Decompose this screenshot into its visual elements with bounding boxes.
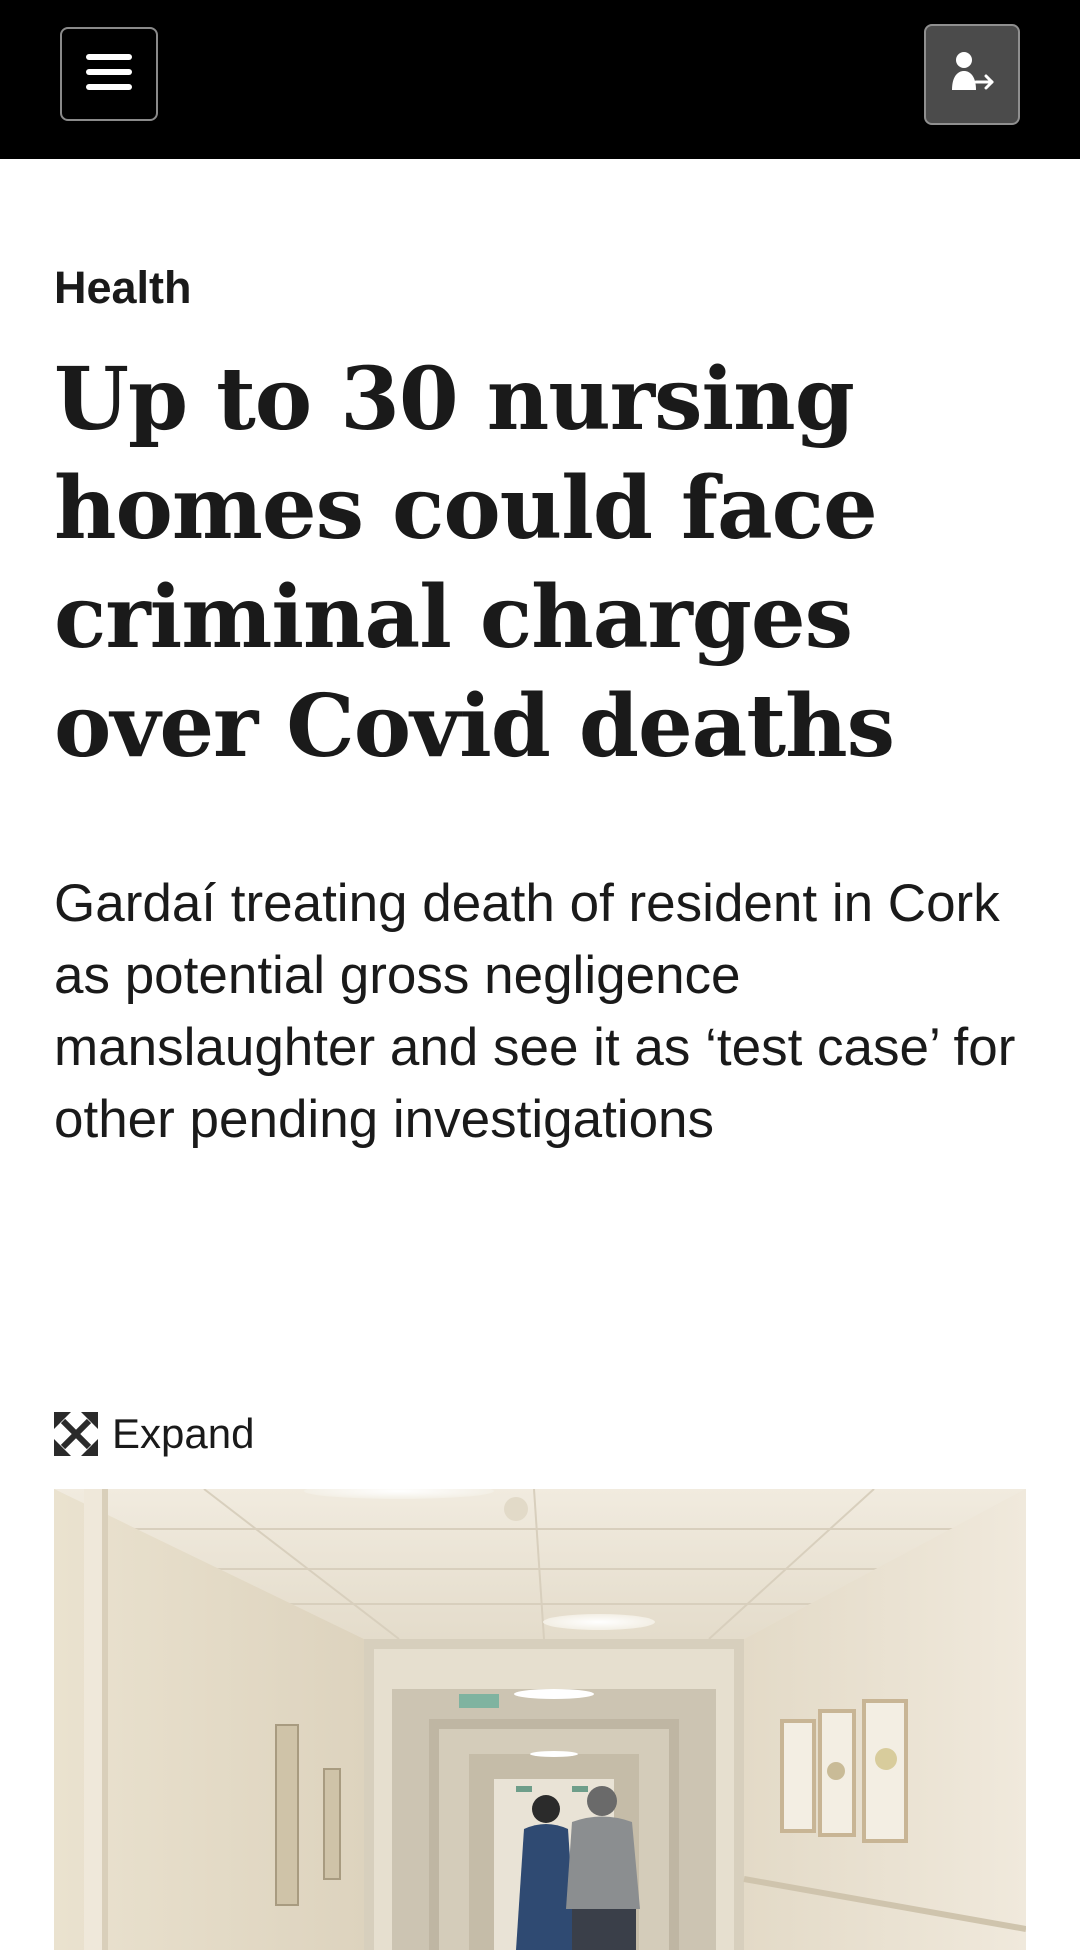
top-navigation-bar (0, 0, 1080, 159)
sign-in-button[interactable] (924, 24, 1020, 125)
section-label[interactable]: Health (54, 258, 192, 318)
nursing-home-corridor-photo[interactable] (54, 1489, 1026, 1950)
hamburger-menu-icon (86, 52, 132, 97)
expand-label: Expand (112, 1410, 255, 1457)
article-headline: Up to 30 nursing homes could face crimin… (54, 349, 895, 777)
expand-image-button[interactable]: Expand (54, 1408, 254, 1460)
menu-button[interactable] (60, 27, 158, 121)
expand-arrows-icon (54, 1412, 98, 1456)
article-standfirst: Gardaí treating death of resident in Cor… (54, 874, 1016, 1149)
sign-in-user-icon (950, 50, 994, 99)
